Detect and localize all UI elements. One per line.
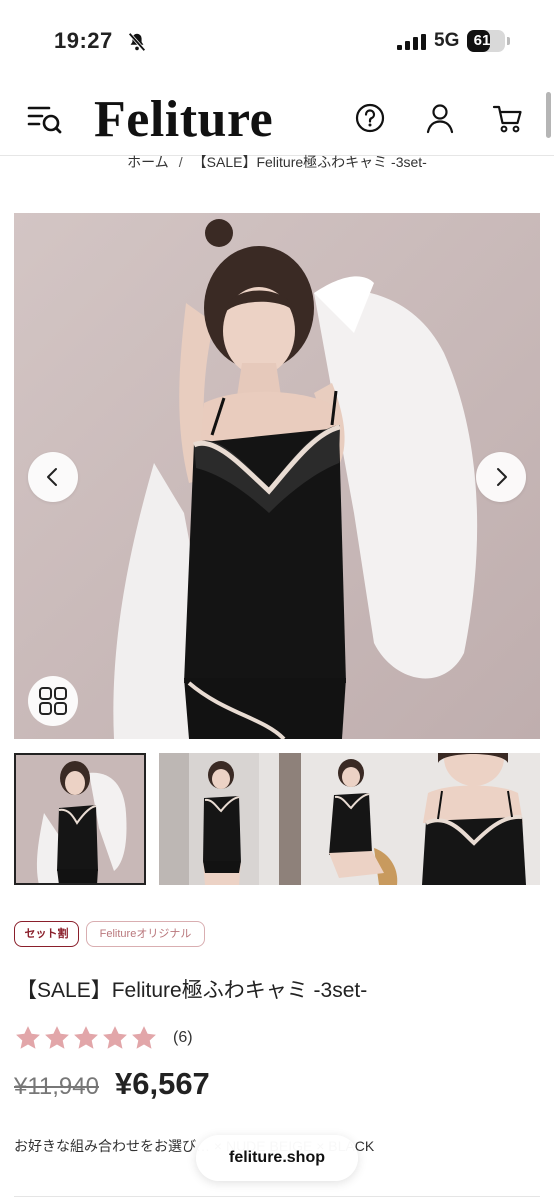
star-rating — [14, 1024, 159, 1052]
chevron-right-icon — [497, 468, 507, 486]
thumbnail-1[interactable] — [14, 753, 146, 885]
product-title: 【SALE】Feliture極ふわキャミ -3set- — [16, 979, 368, 1002]
thumbnail-3[interactable] — [279, 753, 411, 885]
account-icon[interactable] — [420, 98, 460, 138]
product-rating[interactable]: (6) — [14, 1023, 193, 1053]
breadcrumb-home-link[interactable]: ホーム — [127, 154, 169, 170]
help-icon[interactable] — [350, 98, 390, 138]
price-row: ¥11,940 ¥6,567 — [14, 1066, 210, 1106]
original-price: ¥11,940 — [14, 1073, 99, 1100]
status-time: 19:27 — [54, 28, 113, 53]
status-bar: 19:27 5G 61 — [0, 0, 554, 80]
product-main-image[interactable] — [14, 213, 540, 739]
network-type: 5G — [434, 30, 460, 51]
browser-url-bar[interactable]: feliture.shop — [196, 1135, 358, 1181]
gallery-next-button[interactable] — [476, 452, 526, 502]
cart-icon[interactable] — [488, 98, 528, 138]
scrollbar[interactable] — [546, 92, 551, 138]
grid-icon — [39, 687, 67, 715]
breadcrumb-current: 【SALE】Feliture極ふわキャミ -3set- — [192, 154, 427, 170]
star-icon — [132, 1026, 156, 1049]
thumbnail-4[interactable] — [408, 753, 540, 885]
sale-price: ¥6,567 — [114, 1066, 210, 1101]
tag-set-discount[interactable]: セット割 — [14, 921, 79, 947]
battery-icon: 61 — [467, 30, 511, 52]
tag-original[interactable]: Felitureオリジナル — [86, 921, 205, 947]
review-count[interactable]: (6) — [173, 1029, 193, 1047]
bell-off-icon — [128, 32, 146, 52]
breadcrumb-separator: / — [178, 154, 183, 170]
site-header: Feliture — [0, 80, 554, 156]
thumbnail-strip — [14, 753, 540, 885]
site-logo[interactable]: Feliture — [94, 92, 273, 148]
gallery-prev-button[interactable] — [28, 452, 78, 502]
breadcrumb: ホーム / 【SALE】Feliture極ふわキャミ -3set- — [0, 152, 554, 172]
chevron-left-icon — [47, 468, 57, 486]
divider — [14, 1196, 540, 1197]
thumbnail-2[interactable] — [159, 753, 291, 885]
signal-icon — [397, 34, 426, 50]
star-icon — [74, 1026, 98, 1049]
menu-search-icon[interactable] — [24, 98, 64, 138]
battery-level: 61 — [473, 32, 491, 49]
star-icon — [45, 1026, 69, 1049]
star-icon — [103, 1026, 127, 1049]
star-icon — [16, 1026, 40, 1049]
gallery-grid-button[interactable] — [28, 676, 78, 726]
